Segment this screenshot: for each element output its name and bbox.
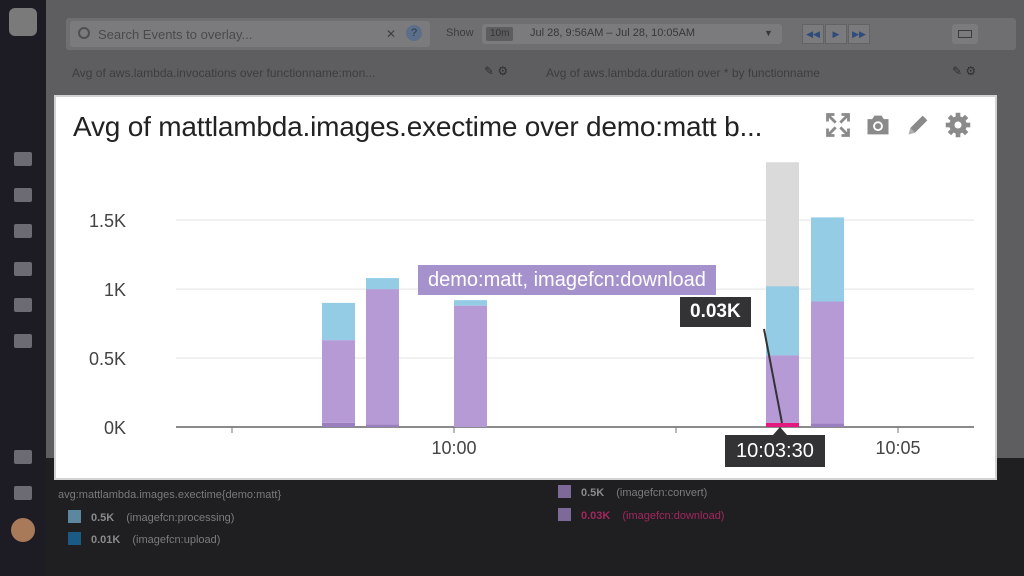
dashboard-icon[interactable] bbox=[14, 152, 32, 166]
infrastructure-icon[interactable] bbox=[14, 334, 32, 348]
legend-swatch bbox=[558, 508, 571, 521]
legend-item: 0.03K (imagefcn:download) bbox=[558, 508, 724, 524]
legend-item: 0.5K (imagefcn:convert) bbox=[558, 485, 707, 501]
rewind-button[interactable]: ◀◀ bbox=[802, 24, 824, 44]
bar-segment-processing bbox=[366, 278, 399, 290]
timeframe-select[interactable]: 10m Jul 28, 9:56AM – Jul 28, 10:05AM ▼ bbox=[482, 24, 782, 44]
timeframe-preset: 10m bbox=[486, 27, 514, 41]
bar-segment-processing bbox=[454, 300, 487, 306]
bar-segment-download bbox=[811, 423, 844, 427]
bar-segment-convert bbox=[366, 289, 399, 425]
bar-segment-convert bbox=[322, 340, 355, 423]
x-tick-label: 10:05 bbox=[875, 438, 920, 458]
bar-segment-convert bbox=[454, 305, 487, 427]
pencil-icon[interactable]: ✎ ⚙ bbox=[484, 64, 508, 78]
tooltip-series-label: demo:matt, imagefcn:download bbox=[418, 265, 716, 295]
pencil-icon[interactable]: ✎ ⚙ bbox=[952, 64, 976, 78]
y-tick-label: 0K bbox=[104, 418, 126, 438]
search-input[interactable]: Search Events to overlay... bbox=[98, 27, 252, 42]
play-button[interactable]: ▶ bbox=[825, 24, 847, 44]
event-toolbar: Search Events to overlay... ✕ ? Show 10m… bbox=[66, 18, 1016, 50]
help-icon[interactable] bbox=[14, 450, 32, 464]
forward-button[interactable]: ▶▶ bbox=[848, 24, 870, 44]
background-widget-title: Avg of aws.lambda.invocations over funct… bbox=[72, 66, 376, 80]
metrics-icon[interactable] bbox=[14, 188, 32, 202]
apm-icon[interactable] bbox=[14, 298, 32, 312]
background-widget-title: Avg of aws.lambda.duration over * by fun… bbox=[546, 66, 820, 80]
keyboard-button[interactable] bbox=[952, 24, 978, 44]
keyboard-icon bbox=[958, 30, 972, 38]
team-icon[interactable] bbox=[14, 486, 32, 500]
monitors-icon[interactable] bbox=[14, 262, 32, 276]
bar-segment-download bbox=[366, 424, 399, 427]
legend-item: 0.01K (imagefcn:upload) bbox=[68, 532, 220, 548]
y-tick-label: 1K bbox=[104, 280, 126, 300]
bar-segment-processing bbox=[811, 217, 844, 302]
left-nav bbox=[0, 0, 46, 576]
datadog-logo-icon[interactable] bbox=[9, 8, 37, 36]
search-icon bbox=[78, 27, 90, 39]
legend-swatch bbox=[558, 485, 571, 498]
x-tick-label: 10:00 bbox=[431, 438, 476, 458]
legend-swatch bbox=[68, 510, 81, 523]
integrations-icon[interactable] bbox=[14, 224, 32, 238]
clear-icon[interactable]: ✕ bbox=[386, 27, 396, 41]
timeframe-range: Jul 28, 9:56AM – Jul 28, 10:05AM bbox=[530, 27, 696, 39]
time-navigation: ◀◀ ▶ ▶▶ bbox=[802, 24, 872, 44]
user-avatar[interactable] bbox=[11, 518, 35, 542]
bar-segment-processing bbox=[322, 302, 355, 341]
legend-title: avg:mattlambda.images.exectime{demo:matt… bbox=[58, 489, 282, 501]
chevron-down-icon: ▼ bbox=[764, 28, 773, 38]
legend-item: 0.5K (imagefcn:processing) bbox=[68, 510, 234, 526]
y-tick-label: 1.5K bbox=[89, 211, 126, 231]
y-tick-label: 0.5K bbox=[89, 349, 126, 369]
tooltip-time: 10:03:30 bbox=[725, 427, 825, 467]
show-label: Show bbox=[446, 27, 474, 39]
event-search-box[interactable]: Search Events to overlay... ✕ ? bbox=[70, 21, 430, 47]
bar-segment-processing bbox=[766, 286, 799, 356]
bar-segment-download bbox=[322, 422, 355, 427]
tooltip-value: 0.03K bbox=[680, 297, 751, 327]
help-circle-icon[interactable]: ? bbox=[406, 25, 422, 41]
bar-segment-convert bbox=[811, 301, 844, 424]
legend-swatch bbox=[68, 532, 81, 545]
